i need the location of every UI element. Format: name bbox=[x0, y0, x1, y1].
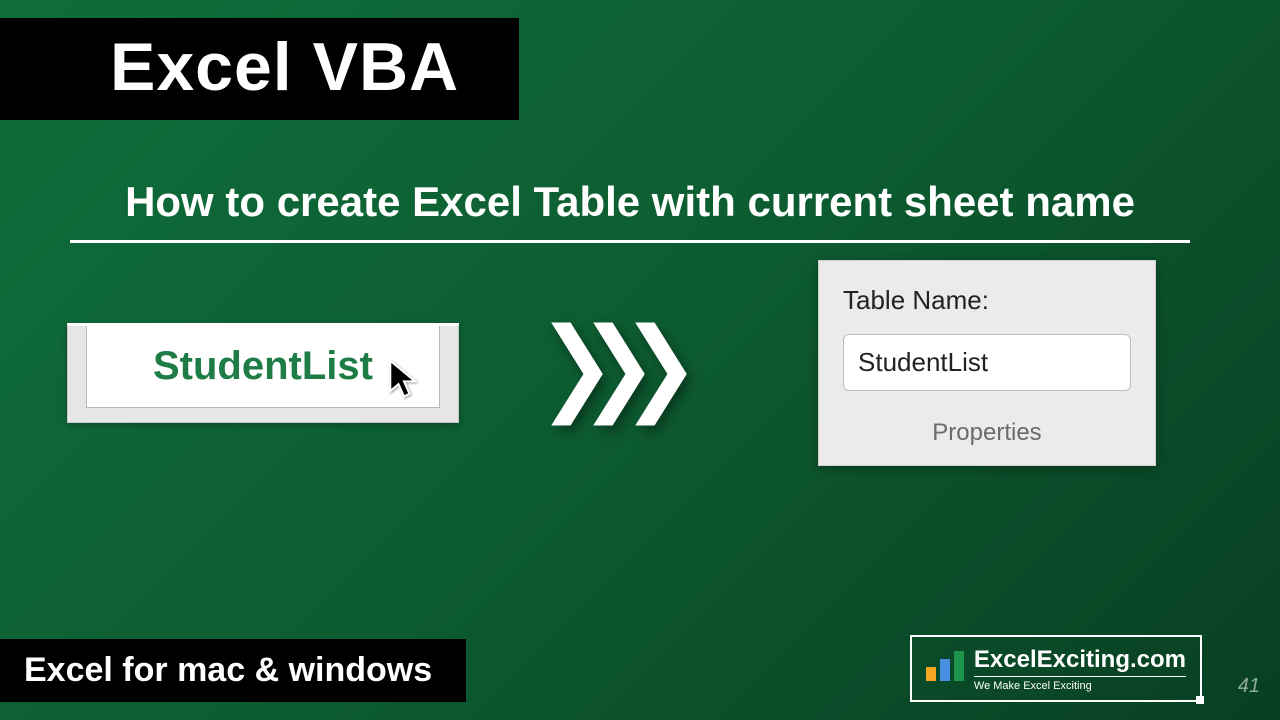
subtitle-text: How to create Excel Table with current s… bbox=[70, 178, 1190, 240]
title-badge: Excel VBA bbox=[0, 18, 519, 120]
table-name-input[interactable] bbox=[843, 334, 1131, 391]
brand-name: ExcelExciting.com bbox=[974, 647, 1186, 673]
sheet-tab-mock: StudentList bbox=[67, 323, 459, 423]
bar-chart-icon bbox=[926, 651, 964, 681]
title-text: Excel VBA bbox=[110, 29, 459, 105]
arrow-forward-icon bbox=[542, 316, 696, 432]
resize-handle-icon bbox=[1196, 696, 1204, 704]
subtitle-block: How to create Excel Table with current s… bbox=[70, 178, 1190, 243]
page-number: 41 bbox=[1238, 675, 1260, 698]
platform-text: Excel for mac & windows bbox=[24, 651, 432, 689]
table-name-label: Table Name: bbox=[843, 285, 1131, 316]
panel-section-label: Properties bbox=[843, 419, 1131, 447]
platform-badge: Excel for mac & windows bbox=[0, 639, 466, 702]
subtitle-divider bbox=[70, 240, 1190, 243]
sheet-tab-label: StudentList bbox=[153, 344, 373, 389]
brand-logo: ExcelExciting.com We Make Excel Exciting bbox=[910, 635, 1202, 702]
brand-tagline: We Make Excel Exciting bbox=[974, 676, 1186, 692]
sheet-tab[interactable]: StudentList bbox=[86, 326, 440, 408]
cursor-icon bbox=[387, 358, 421, 407]
properties-panel: Table Name: Properties bbox=[818, 260, 1156, 466]
